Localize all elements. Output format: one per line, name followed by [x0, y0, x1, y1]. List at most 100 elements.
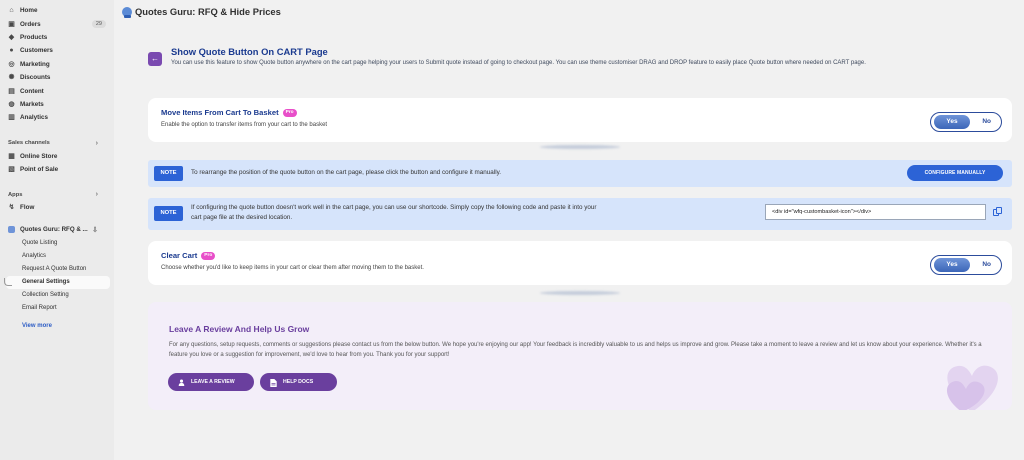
back-button[interactable]: ← [148, 52, 162, 66]
arrow-left-icon: ← [151, 54, 159, 63]
app-name: Quotes Guru: RFQ & ... [20, 226, 88, 234]
toggle-yes[interactable]: Yes [934, 258, 970, 272]
tag-icon: ◆ [8, 33, 15, 41]
sidebar-item-label: Products [20, 33, 48, 41]
sidebar-item-label: Home [20, 7, 38, 15]
shortcode-field[interactable]: <div id="wfq-custombasket-icon"></div> [765, 204, 986, 220]
leave-review-label: LEAVE A REVIEW [191, 379, 235, 385]
sidebar-subitem-collection-setting[interactable]: Collection Setting [0, 289, 114, 302]
target-icon: ◎ [8, 60, 15, 68]
sidebar-item-products[interactable]: ◆ Products [0, 31, 114, 44]
note-text: If configuring the quote button doesn't … [191, 203, 597, 223]
sidebar-subitem-analytics[interactable]: Analytics [0, 250, 114, 263]
sidebar-app-quotes-guru[interactable]: Quotes Guru: RFQ & ... ⇩ [0, 223, 114, 237]
move-items-title: Move Items From Cart To Basket Pro [161, 108, 297, 117]
sidebar-subitem-email-report[interactable]: Email Report [0, 302, 114, 315]
sidebar-item-label: Marketing [20, 60, 50, 68]
store-icon: ▦ [8, 152, 15, 160]
move-items-description: Enable the option to transfer items from… [161, 122, 328, 128]
help-docs-label: HELP DOCS [283, 379, 314, 385]
app-header: Quotes Guru: RFQ & Hide Prices [122, 6, 281, 18]
note-text-line1: If configuring the quote button doesn't … [191, 204, 597, 211]
toggle-no[interactable]: No [982, 258, 991, 272]
sidebar: ⌂ Home ▣ Orders 29 ◆ Products ● Customers ◎ Market… [0, 0, 114, 460]
chevron-right-icon: › [95, 191, 98, 199]
sales-channels-header[interactable]: Sales channels › [0, 137, 114, 150]
sidebar-item-label: Content [20, 87, 44, 95]
discount-icon: ✺ [8, 74, 15, 82]
count-badge: 29 [91, 20, 106, 29]
sidebar-item-marketing[interactable]: ◎ Marketing [0, 58, 114, 71]
sales-channels-header-label: Sales channels [8, 140, 50, 147]
section-header: ← Show Quote Button On CART Page You can… [148, 40, 1012, 80]
move-items-toggle[interactable]: Yes No [930, 112, 1002, 132]
configure-manually-button[interactable]: CONFIGURE MANUALLY [907, 165, 1003, 181]
clear-cart-toggle[interactable]: Yes No [930, 255, 1002, 275]
sidebar-item-label: Online Store [20, 152, 58, 160]
sidebar-item-label: Customers [20, 47, 53, 55]
review-panel: Leave A Review And Help Us Grow For any … [148, 302, 1012, 410]
review-text: For any questions, setup requests, comme… [169, 342, 982, 358]
sidebar-item-customers[interactable]: ● Customers [0, 44, 114, 57]
sidebar-item-home[interactable]: ⌂ Home [0, 4, 114, 17]
sidebar-item-online-store[interactable]: ▦ Online Store [0, 150, 114, 163]
note-configure: NOTE To rearrange the position of the qu… [148, 160, 1012, 187]
sidebar-item-label: Point of Sale [20, 166, 59, 174]
sidebar-item-flow[interactable]: ↯ Flow [0, 201, 114, 214]
sidebar-item-content[interactable]: ▤ Content [0, 84, 114, 97]
copy-icon[interactable] [993, 207, 1002, 217]
sidebar-item-markets[interactable]: ◍ Markets [0, 98, 114, 111]
sidebar-subitem-quote-listing[interactable]: Quote Listing [0, 237, 114, 250]
sidebar-item-label: Markets [20, 100, 44, 108]
move-items-card: Move Items From Cart To Basket Pro Enabl… [148, 98, 1012, 142]
orders-icon: ▣ [8, 20, 15, 28]
apps-header[interactable]: Apps › [0, 188, 114, 201]
note-tag: NOTE [154, 206, 183, 221]
sidebar-subitem-request-a-quote-button[interactable]: Request A Quote Button [0, 263, 114, 276]
sidebar-item-analytics[interactable]: ▥ Analytics [0, 111, 114, 124]
globe-icon: ◍ [8, 100, 15, 108]
sidebar-item-point-of-sale[interactable]: ▧ Point of Sale [0, 163, 114, 176]
home-icon: ⌂ [9, 7, 14, 15]
divider [540, 145, 620, 149]
note-text-line2: cart page file at the desired location. [191, 214, 293, 221]
help-docs-button[interactable]: HELP DOCS [260, 373, 337, 391]
section-description: You can use this feature to show Quote b… [171, 60, 866, 66]
apps-header-label: Apps [8, 191, 23, 198]
toggle-yes[interactable]: Yes [934, 115, 970, 129]
app-icon [8, 226, 15, 234]
clear-cart-description: Choose whether you'd like to keep items … [161, 265, 424, 271]
review-title: Leave A Review And Help Us Grow [169, 324, 310, 334]
sidebar-item-label: Discounts [20, 74, 51, 82]
flow-icon: ↯ [8, 204, 15, 212]
pro-badge: Pro [201, 251, 216, 260]
pin-icon[interactable]: ⇩ [92, 226, 98, 234]
note-shortcode: NOTE If configuring the quote button doe… [148, 198, 1012, 230]
sidebar-subitem-general-settings[interactable]: General Settings [4, 275, 110, 289]
chart-icon: ▥ [8, 114, 15, 122]
person-icon [178, 379, 185, 386]
sidebar-item-label: Analytics [20, 114, 48, 122]
note-tag: NOTE [154, 166, 183, 181]
view-more-link[interactable]: View more [0, 318, 114, 334]
content-icon: ▤ [8, 87, 15, 95]
hearts-decoration-icon [932, 350, 1012, 410]
note-text: To rearrange the position of the quote b… [191, 169, 502, 176]
pro-badge: Pro [282, 108, 297, 117]
leave-review-button[interactable]: LEAVE A REVIEW [168, 373, 254, 391]
sidebar-item-orders[interactable]: ▣ Orders 29 [0, 17, 114, 30]
app-title: Quotes Guru: RFQ & Hide Prices [135, 6, 281, 17]
sidebar-item-label: Flow [20, 204, 35, 212]
move-items-title-text: Move Items From Cart To Basket [161, 108, 279, 117]
person-icon: ● [9, 47, 14, 55]
sidebar-item-discounts[interactable]: ✺ Discounts [0, 71, 114, 84]
section-title: Show Quote Button On CART Page [171, 46, 328, 57]
clear-cart-title-text: Clear Cart [161, 251, 198, 260]
clear-cart-title: Clear Cart Pro [161, 251, 216, 260]
chevron-right-icon: › [95, 139, 98, 147]
clear-cart-card: Clear Cart Pro Choose whether you'd like… [148, 241, 1012, 285]
document-icon [270, 378, 277, 387]
toggle-no[interactable]: No [982, 115, 991, 129]
sidebar-item-label: Orders [20, 20, 41, 28]
pos-icon: ▧ [8, 166, 15, 174]
